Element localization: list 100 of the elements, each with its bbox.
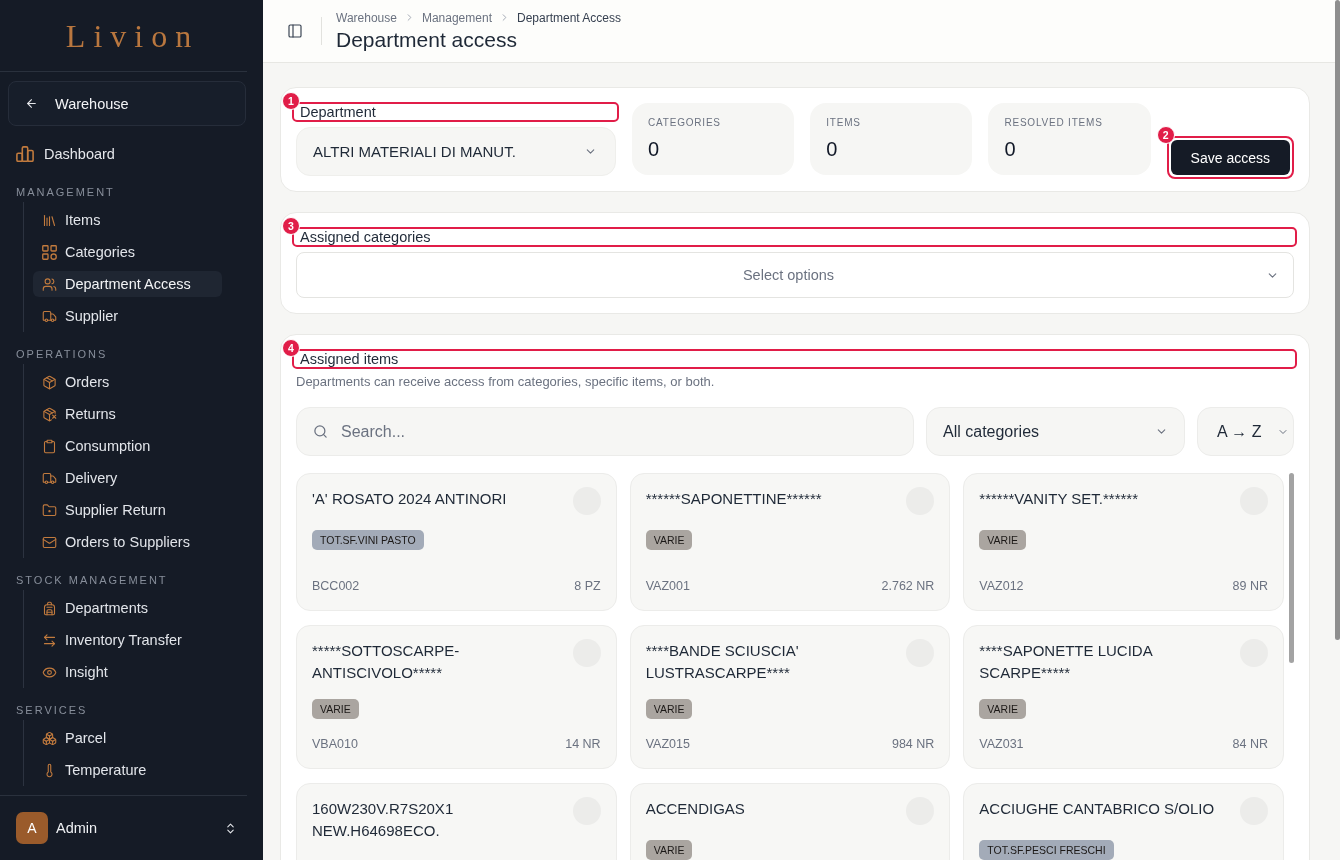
- breadcrumb-link[interactable]: Management: [421, 10, 492, 25]
- item-card[interactable]: ACCENDIGAS VARIE: [629, 783, 951, 860]
- books-icon: [42, 212, 57, 228]
- item-name: 160W230V.R7S20X1 NEW.H64698ECO.: [312, 799, 455, 841]
- sort-select[interactable]: A → Z: [1197, 407, 1294, 456]
- stat-value: 0: [648, 137, 660, 161]
- item-name: ACCIUGHE CANTABRICO S/OLIO: [979, 799, 1215, 819]
- truck-icon: [42, 308, 57, 324]
- item-name: ACCENDIGAS: [645, 799, 745, 819]
- section-heading: OPERATIONS: [16, 347, 108, 362]
- item-card[interactable]: ******VANITY SET.****** VARIE VAZ012 89 NR: [963, 473, 1284, 611]
- arrow-left-icon: [25, 97, 38, 110]
- item-quantity: 89 NR: [1232, 578, 1268, 595]
- category-select[interactable]: All categories: [926, 407, 1185, 456]
- category-tag: VARIE: [312, 699, 359, 719]
- eye-icon: [42, 664, 57, 680]
- nav-item[interactable]: Returns: [33, 401, 222, 427]
- item-card[interactable]: *****SOTTOSCARPE-ANTISCIVOLO***** VARIE VBA010 14 NR: [296, 625, 617, 769]
- item-quantity: 2.762 NR: [881, 578, 935, 595]
- section-heading: STOCK MANAGEMENT: [16, 573, 168, 588]
- item-name: ******VANITY SET.******: [979, 489, 1138, 509]
- department-select[interactable]: ALTRI MATERIALI DI MANUT.: [296, 127, 616, 176]
- envelope-icon: [42, 534, 57, 550]
- item-name: *****SOTTOSCARPE-ANTISCIVOLO*****: [312, 641, 461, 683]
- backpack-icon: [42, 600, 57, 616]
- item-card[interactable]: 'A' ROSATO 2024 ANTINORI TOT.SF.VINI PASTO BCC002 8 PZ: [296, 473, 617, 611]
- item-card[interactable]: ******SAPONETTINE****** VARIE VAZ001 2.762 NR: [629, 473, 951, 611]
- nav-item[interactable]: Parcel: [33, 725, 222, 751]
- category-tag: VARIE: [645, 530, 693, 550]
- item-card[interactable]: 160W230V.R7S20X1 NEW.H64698ECO.: [296, 783, 617, 860]
- stat-value: 0: [1004, 137, 1016, 161]
- item-card[interactable]: ****SAPONETTE LUCIDA SCARPE***** VARIE VAZ031 84 NR: [963, 625, 1284, 769]
- nav-item[interactable]: Temperature: [33, 757, 222, 783]
- section-heading: MANAGEMENT: [16, 185, 115, 200]
- scrollbar-thumb[interactable]: [1335, 0, 1340, 640]
- item-quantity: 14 NR: [565, 736, 601, 753]
- nav-item[interactable]: Orders: [33, 369, 222, 395]
- sidebar-toggle-icon[interactable]: [287, 23, 303, 39]
- users-icon: [42, 276, 57, 292]
- truck-icon: [42, 470, 57, 486]
- step-badge: 3: [282, 217, 300, 235]
- step-badge: 2: [1156, 126, 1175, 144]
- nav-item[interactable]: Inventory Transfer: [33, 627, 222, 653]
- grid-icon: [42, 244, 57, 260]
- category-tag: VARIE: [979, 530, 1027, 550]
- clipboard-icon: [42, 438, 57, 454]
- step-badge: 1: [282, 92, 300, 110]
- save-button[interactable]: Save access: [1170, 140, 1290, 175]
- nav-item[interactable]: Consumption: [33, 433, 222, 459]
- search-field[interactable]: Search...: [296, 407, 914, 456]
- nav-item[interactable]: Supplier: [33, 303, 222, 329]
- nav-item[interactable]: Orders to Suppliers: [33, 529, 222, 555]
- user-name: Admin: [56, 820, 99, 836]
- stat-label: CATEGORIES: [648, 117, 721, 129]
- page-title: Department access: [336, 27, 518, 52]
- nav-item[interactable]: Department Access: [33, 271, 222, 297]
- nav-item[interactable]: Supplier Return: [33, 497, 222, 523]
- item-name: ****SAPONETTE LUCIDA SCARPE*****: [979, 641, 1154, 683]
- section-description: Departments can receive access from categories, specific items, or both.: [296, 374, 716, 389]
- nav-item[interactable]: Items: [33, 207, 222, 233]
- item-name: ****BANDE SCIUSCIA' LUSTRASCARPE****: [645, 641, 800, 683]
- search-icon: [313, 424, 328, 439]
- nav-item[interactable]: Dashboard: [8, 138, 222, 170]
- folder-icon: [42, 502, 57, 518]
- item-quantity: 84 NR: [1232, 736, 1268, 753]
- nav-item[interactable]: Departments: [33, 595, 222, 621]
- arrows-icon: [42, 632, 57, 648]
- chevrons-up-down-icon[interactable]: [224, 821, 237, 835]
- item-quantity: 984 NR: [891, 736, 935, 753]
- stat-label: RESOLVED ITEMS: [1004, 117, 1103, 129]
- stat-label: ITEMS: [826, 117, 861, 129]
- breadcrumb-link[interactable]: Warehouse: [336, 10, 397, 25]
- section-heading: SERVICES: [16, 703, 88, 718]
- item-code: BCC002: [312, 578, 360, 595]
- nav-item[interactable]: Categories: [33, 239, 222, 265]
- logo: Livion: [64, 17, 200, 54]
- field-label: Department: [300, 104, 376, 120]
- item-code: VAZ012: [979, 578, 1024, 595]
- step-badge: 4: [282, 339, 300, 357]
- field-label: Assigned items: [300, 351, 399, 367]
- item-quantity: 8 PZ: [574, 578, 601, 595]
- breadcrumb-current: Department Access: [516, 10, 621, 25]
- categories-select[interactable]: Select options: [296, 252, 1294, 298]
- category-tag: VARIE: [645, 840, 693, 860]
- back-button[interactable]: Warehouse: [8, 81, 246, 126]
- scrollbar-thumb[interactable]: [1289, 473, 1294, 663]
- nav-item[interactable]: Delivery: [33, 465, 222, 491]
- item-code: VAZ015: [645, 736, 690, 753]
- package-x-icon: [42, 406, 57, 422]
- nav-item[interactable]: Insight: [33, 659, 222, 685]
- item-card[interactable]: ****BANDE SCIUSCIA' LUSTRASCARPE**** VARIE VAZ015 984 NR: [629, 625, 951, 769]
- item-card[interactable]: ACCIUGHE CANTABRICO S/OLIO TOT.SF.PESCI FRESCHI: [963, 783, 1284, 860]
- item-code: VBA010: [312, 736, 358, 753]
- avatar[interactable]: A: [16, 812, 48, 844]
- category-tag: TOT.SF.PESCI FRESCHI: [979, 840, 1114, 860]
- category-tag: TOT.SF.VINI PASTO: [312, 530, 424, 550]
- item-name: ******SAPONETTINE******: [645, 489, 822, 509]
- category-tag: VARIE: [645, 699, 693, 719]
- boxes-icon: [42, 730, 57, 746]
- item-code: VAZ001: [645, 578, 690, 595]
